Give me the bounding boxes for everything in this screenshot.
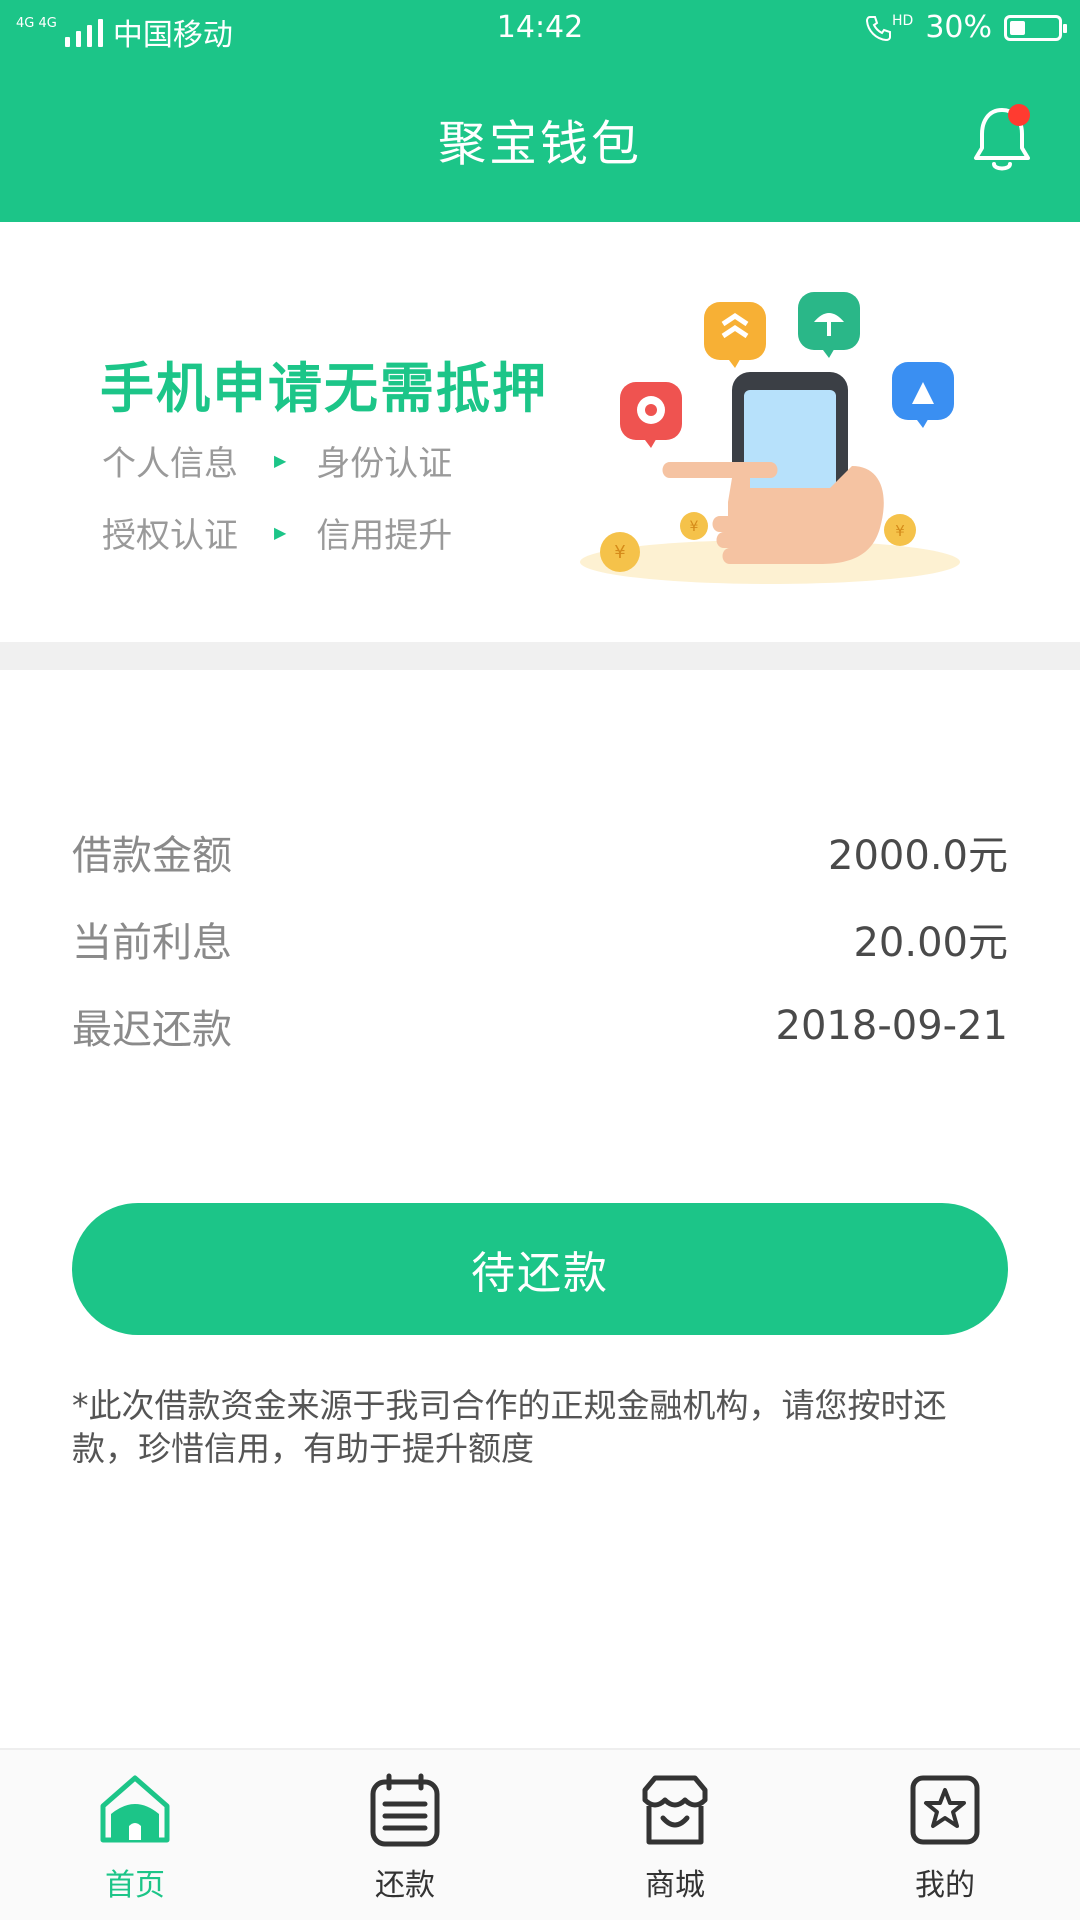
interest-label: 当前利息 [72,920,232,966]
due-date-value: 2018-09-21 [775,1003,1008,1049]
interest-value: 20.00元 [853,920,1008,966]
loan-amount-label: 借款金额 [72,833,232,879]
app-header: 4G 4G 中国移动 14:42 HD 30% 聚宝钱包 [0,0,1080,222]
svg-text:¥: ¥ [690,519,699,535]
tab-mine-label: 我的 [915,1868,975,1903]
shop-icon [642,1775,708,1845]
calendar-icon [370,1773,440,1847]
tab-mine[interactable]: 我的 [810,1750,1080,1920]
svg-text:¥: ¥ [895,522,905,540]
bottom-tab-bar: 首页 还款 商城 我的 [0,1748,1080,1920]
section-divider [0,642,1080,670]
tab-repayment[interactable]: 还款 [270,1750,540,1920]
interest-row: 当前利息 20.00元 [72,909,1008,969]
notification-dot [1008,104,1030,126]
volte-phone-icon [865,15,891,41]
tab-mall[interactable]: 商城 [540,1750,810,1920]
tab-home[interactable]: 首页 [0,1750,270,1920]
tab-home-label: 首页 [105,1868,165,1903]
banner-steps-row2: 授权认证 ▶ 信用提升 [102,508,452,557]
step-credit-boost: 信用提升 [316,516,453,556]
hd-badge: HD [892,12,914,29]
star-icon [910,1775,980,1845]
battery-percent: 30% [925,10,992,45]
banner-headline: 手机申请无需抵押 [100,357,548,420]
step-personal-info: 个人信息 [102,444,238,484]
battery-icon [1004,14,1067,41]
step-auth-verify: 授权认证 [102,516,238,556]
due-date-row: 最迟还款 2018-09-21 [72,996,1008,1056]
svg-text:¥: ¥ [614,542,625,563]
tab-repayment-label: 还款 [375,1868,435,1903]
home-icon [100,1775,170,1843]
phone-hand-illustration: ¥ ¥ ¥ [580,292,960,584]
repayment-notice: *此次借款资金来源于我司合作的正规金融机构，请您按时还款，珍惜信用，有助于提升额… [72,1386,947,1468]
due-date-label: 最迟还款 [72,1007,232,1053]
banner-steps-row1: 个人信息 ▶ 身份认证 [102,436,452,485]
loan-amount-value: 2000.0元 [828,833,1008,879]
arrow-icon: ▶ [274,451,287,470]
loan-amount-row: 借款金额 2000.0元 [72,822,1008,882]
tab-mall-label: 商城 [645,1868,705,1903]
status-bar: 4G 4G 中国移动 14:42 HD 30% [0,0,1080,58]
step-id-verify: 身份认证 [316,444,453,484]
pending-repayment-button[interactable]: 待还款 [72,1203,1008,1335]
promo-banner[interactable]: 手机申请无需抵押 个人信息 ▶ 身份认证 授权认证 ▶ 信用提升 ¥ ¥ ¥ [0,222,1080,642]
page-title: 聚宝钱包 [437,116,642,172]
arrow-icon: ▶ [274,523,287,542]
